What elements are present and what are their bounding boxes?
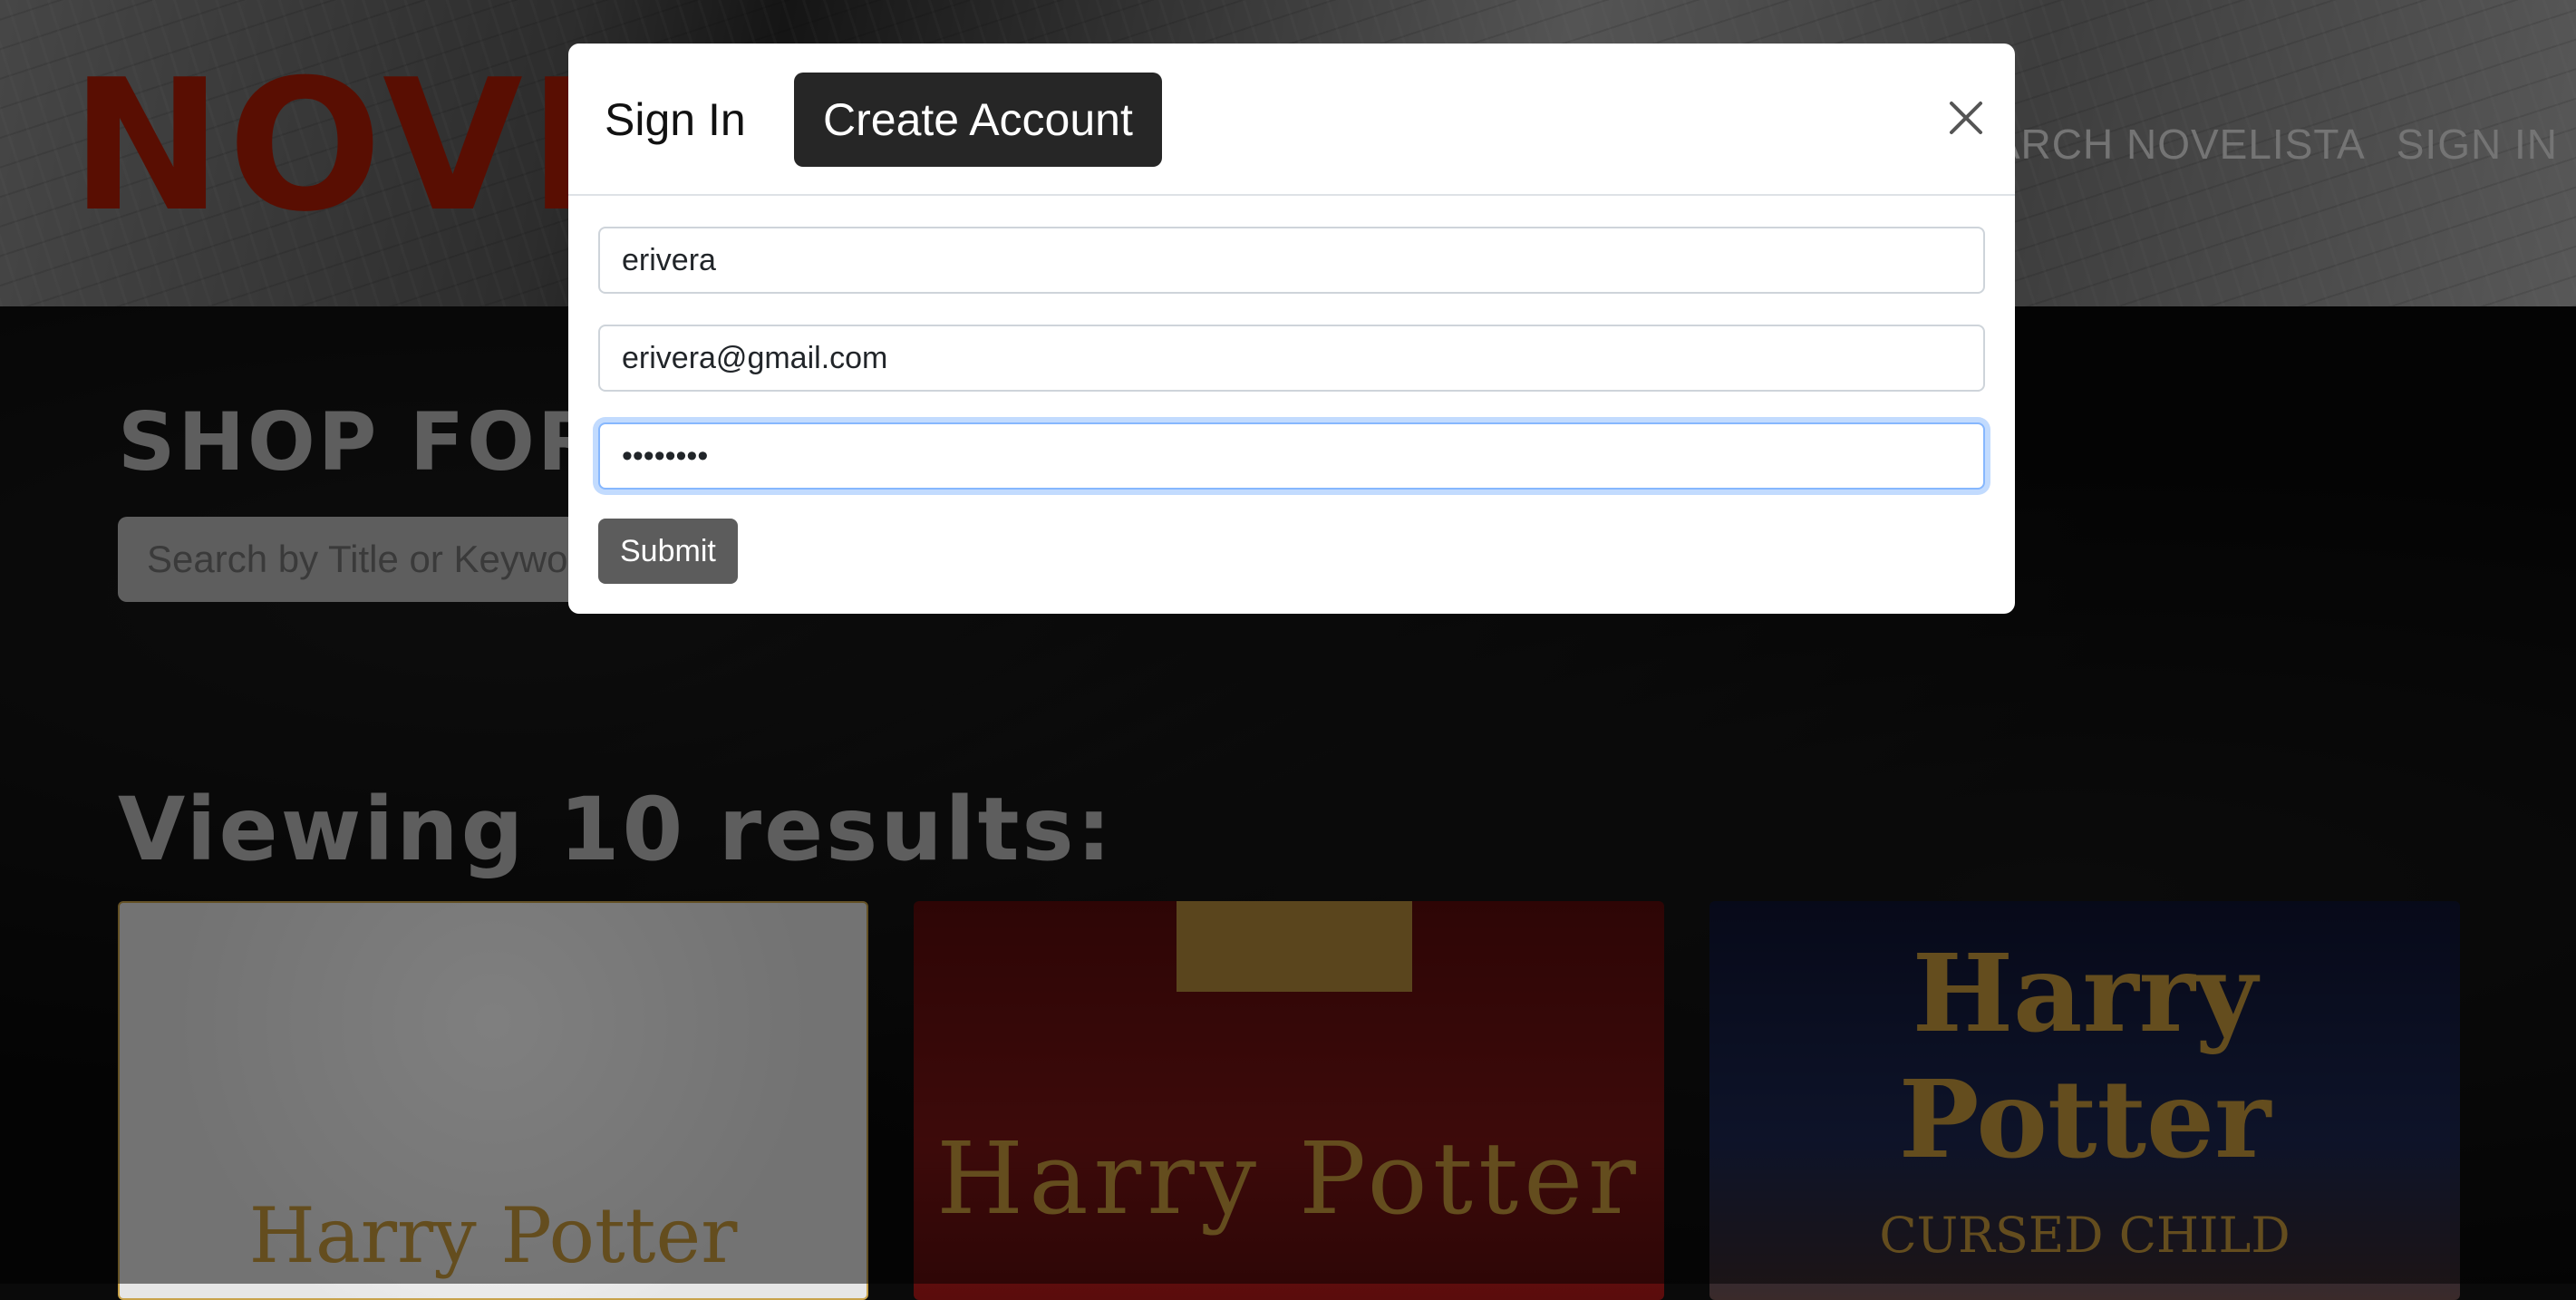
close-icon (1950, 102, 1982, 134)
submit-button[interactable]: Submit (598, 519, 738, 584)
close-button[interactable] (1937, 89, 1995, 147)
modal-header: Sign In Create Account (568, 44, 2015, 196)
auth-modal: Sign In Create Account Submit (568, 44, 2015, 614)
tab-create-account[interactable]: Create Account (794, 73, 1162, 167)
password-field[interactable] (598, 422, 1985, 490)
email-field[interactable] (598, 325, 1985, 392)
modal-body: Submit (598, 227, 1985, 584)
tab-sign-in[interactable]: Sign In (576, 73, 775, 167)
username-field[interactable] (598, 227, 1985, 294)
